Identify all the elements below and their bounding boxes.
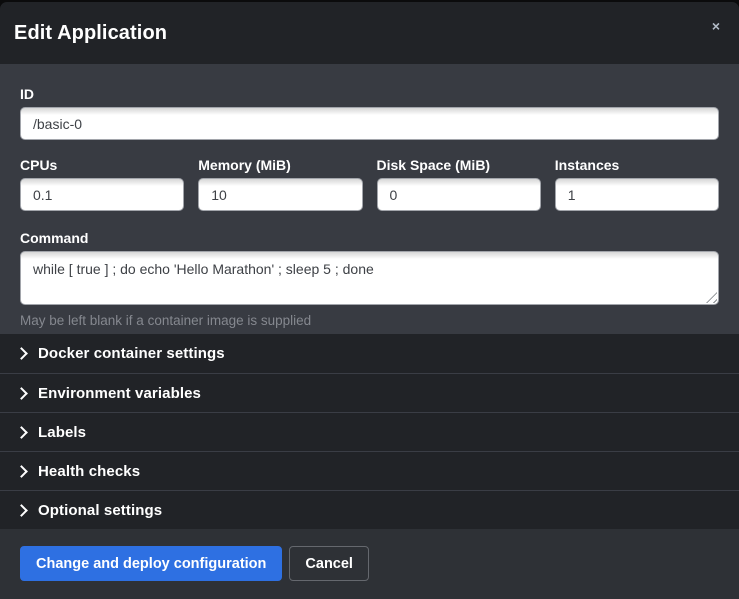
chevron-right-icon <box>15 347 28 360</box>
edit-application-modal: Edit Application × ID CPUs Memory (MiB) … <box>0 2 739 599</box>
close-icon[interactable]: × <box>706 16 726 36</box>
command-help-text: May be left blank if a container image i… <box>20 312 719 329</box>
section-label: Docker container settings <box>38 345 225 362</box>
section-environment-variables[interactable]: Environment variables <box>0 373 739 412</box>
accordion-sections: Docker container settings Environment va… <box>0 334 739 529</box>
cancel-button[interactable]: Cancel <box>289 546 369 581</box>
memory-input[interactable] <box>198 178 362 211</box>
section-label: Optional settings <box>38 502 162 519</box>
section-label: Environment variables <box>38 385 201 402</box>
chevron-right-icon <box>15 387 28 400</box>
memory-label: Memory (MiB) <box>198 157 362 174</box>
disk-input[interactable] <box>377 178 541 211</box>
instances-field-group: Instances <box>555 157 719 211</box>
resources-row: CPUs Memory (MiB) Disk Space (MiB) Insta… <box>20 157 719 211</box>
section-label: Health checks <box>38 463 140 480</box>
disk-field-group: Disk Space (MiB) <box>377 157 541 211</box>
modal-header: Edit Application × <box>0 2 739 64</box>
id-label: ID <box>20 86 719 103</box>
section-label: Labels <box>38 424 86 441</box>
chevron-right-icon <box>15 465 28 478</box>
memory-field-group: Memory (MiB) <box>198 157 362 211</box>
instances-input[interactable] <box>555 178 719 211</box>
command-field-group: Command while [ true ] ; do echo 'Hello … <box>20 230 719 329</box>
section-optional-settings[interactable]: Optional settings <box>0 490 739 529</box>
id-field-group: ID <box>20 86 719 140</box>
section-labels[interactable]: Labels <box>0 412 739 451</box>
cpus-field-group: CPUs <box>20 157 184 211</box>
command-label: Command <box>20 230 719 247</box>
cpus-label: CPUs <box>20 157 184 174</box>
modal-footer: Change and deploy configuration Cancel <box>0 529 739 599</box>
modal-title: Edit Application <box>14 22 167 45</box>
section-health-checks[interactable]: Health checks <box>0 451 739 490</box>
chevron-right-icon <box>15 426 28 439</box>
cpus-input[interactable] <box>20 178 184 211</box>
change-and-deploy-button[interactable]: Change and deploy configuration <box>20 546 282 581</box>
disk-label: Disk Space (MiB) <box>377 157 541 174</box>
section-docker-container-settings[interactable]: Docker container settings <box>0 334 739 373</box>
id-input[interactable] <box>20 107 719 140</box>
chevron-right-icon <box>15 504 28 517</box>
command-input[interactable]: while [ true ] ; do echo 'Hello Marathon… <box>20 251 719 305</box>
instances-label: Instances <box>555 157 719 174</box>
application-form: ID CPUs Memory (MiB) Disk Space (MiB) In… <box>0 64 739 334</box>
